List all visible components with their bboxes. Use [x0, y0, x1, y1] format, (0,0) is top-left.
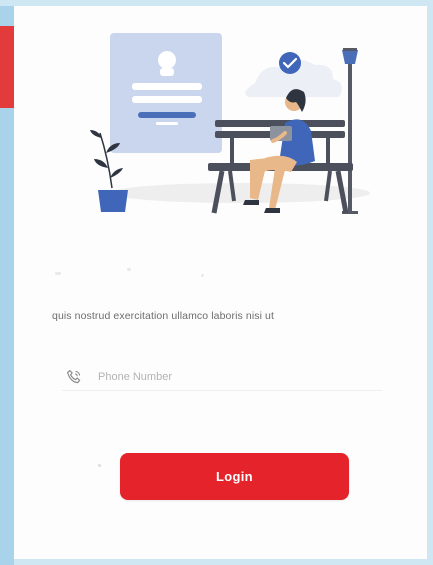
login-screen: quis nostrud exercitation ullamco labori… [0, 0, 433, 565]
phone-field[interactable] [62, 366, 382, 391]
decorative-dot [98, 464, 101, 467]
phone-icon [67, 370, 81, 384]
login-card-graphic [110, 33, 222, 153]
side-bar [0, 6, 14, 565]
check-badge-icon [279, 52, 301, 74]
subtitle-text: quis nostrud exercitation ullamco labori… [52, 310, 275, 322]
person-on-bench-illustration [90, 33, 370, 214]
faint-heading-placeholder [55, 268, 355, 282]
phone-number-input[interactable] [98, 368, 368, 386]
ground-shadow [110, 183, 370, 203]
side-bar-marker [0, 26, 14, 108]
login-button[interactable]: Login [120, 453, 349, 500]
